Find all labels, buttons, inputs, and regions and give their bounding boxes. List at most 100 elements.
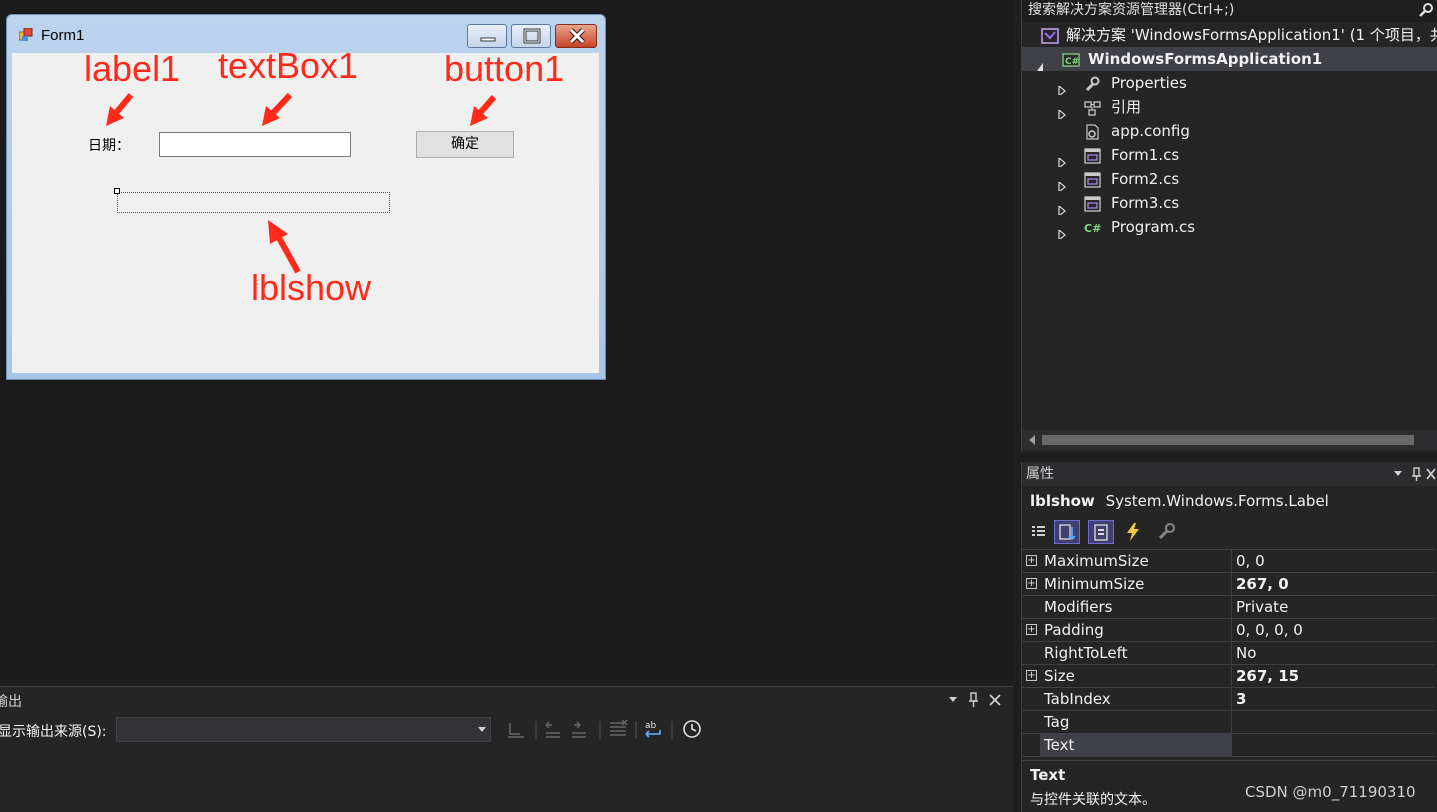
tree-item[interactable]: C# Program.cs xyxy=(1022,215,1437,239)
tree-item-label: Program.cs xyxy=(1111,218,1196,236)
object-name: lblshow xyxy=(1030,492,1095,510)
tree-item[interactable]: Properties xyxy=(1022,71,1437,95)
expand-arrow-icon[interactable] xyxy=(1058,103,1067,119)
panel-header-tools[interactable] xyxy=(1392,467,1436,481)
property-name: RightToLeft xyxy=(1044,644,1128,662)
property-row[interactable]: + Size 267, 15 xyxy=(1022,665,1435,688)
property-row[interactable]: RightToLeft No xyxy=(1022,642,1435,665)
property-name: Size xyxy=(1044,667,1075,685)
label1[interactable]: 日期： xyxy=(88,135,130,155)
property-pages-wrench-icon[interactable] xyxy=(1154,520,1180,544)
categorized-icon[interactable] xyxy=(1026,520,1052,544)
close-icon[interactable] xyxy=(1426,468,1436,480)
property-name: TabIndex xyxy=(1044,690,1111,708)
expand-plus-icon[interactable]: + xyxy=(1026,578,1037,589)
events-lightning-icon[interactable] xyxy=(1120,520,1146,544)
expand-arrow-icon[interactable] xyxy=(1058,79,1067,95)
svg-text:ab: ab xyxy=(645,721,657,731)
property-row[interactable]: + MaximumSize 0, 0 xyxy=(1022,550,1435,573)
pin-icon[interactable] xyxy=(1412,467,1421,481)
output-source-select[interactable] xyxy=(116,717,491,742)
output-header-tools[interactable] xyxy=(945,692,1007,708)
config-file-icon xyxy=(1084,123,1101,140)
maximize-button[interactable] xyxy=(511,24,551,48)
property-value[interactable]: No xyxy=(1231,642,1435,664)
expand-arrow-icon[interactable] xyxy=(1058,151,1067,167)
properties-title: 属性 xyxy=(1026,466,1054,482)
expand-plus-icon[interactable]: + xyxy=(1026,555,1037,566)
solution-explorer-search-label: 搜索解决方案资源管理器(Ctrl+;) xyxy=(1028,2,1235,18)
property-value[interactable]: 0, 0 xyxy=(1231,550,1435,572)
textbox1[interactable] xyxy=(159,132,351,157)
properties-object-selector[interactable]: lblshow System.Windows.Forms.Label xyxy=(1030,492,1329,510)
form-file-icon xyxy=(1084,147,1101,164)
form-client-area[interactable]: 日期： 确定 xyxy=(12,53,599,373)
tree-item-label: Form1.cs xyxy=(1111,146,1180,164)
find-message-icon[interactable] xyxy=(508,723,524,738)
tree-item[interactable]: Form3.cs xyxy=(1022,191,1437,215)
svg-text:C#: C# xyxy=(1065,57,1079,67)
expand-arrow-icon[interactable] xyxy=(1058,199,1067,215)
tree-item-label: Form3.cs xyxy=(1111,194,1180,212)
pin-icon[interactable] xyxy=(969,692,978,707)
property-grid[interactable]: + MaximumSize 0, 0 + MinimumSize 267, 0 Modifi… xyxy=(1022,549,1435,758)
property-row[interactable]: Tag xyxy=(1022,711,1435,734)
lblshow-label[interactable] xyxy=(117,192,390,213)
tree-item[interactable]: app.config xyxy=(1022,119,1437,143)
selection-handle[interactable] xyxy=(114,188,120,194)
property-name: Modifiers xyxy=(1044,598,1113,616)
designer-surface[interactable]: Form1 日期： 确定 label1 textBox1 button1 lbl… xyxy=(0,0,1013,680)
previous-message-icon[interactable] xyxy=(545,721,560,738)
tree-item[interactable]: Form2.cs xyxy=(1022,167,1437,191)
form-file-icon xyxy=(1084,171,1101,188)
property-value[interactable]: 3 xyxy=(1231,688,1435,710)
property-name: MinimumSize xyxy=(1044,575,1145,593)
tree-item[interactable]: Form1.cs xyxy=(1022,143,1437,167)
solution-explorer-search[interactable]: 搜索解决方案资源管理器(Ctrl+;) xyxy=(1022,0,1437,22)
tree-item[interactable]: 引用 xyxy=(1022,95,1437,119)
expand-plus-icon[interactable]: + xyxy=(1026,670,1037,681)
properties-panel: 属性 lblshow System.Windows.Forms.Label + … xyxy=(1021,462,1437,812)
annotation-button1: button1 xyxy=(444,48,565,89)
annotation-label1: label1 xyxy=(84,48,181,89)
property-value[interactable] xyxy=(1231,734,1435,756)
annotation-lblshow: lblshow xyxy=(251,267,372,308)
horizontal-scrollbar[interactable] xyxy=(1022,430,1437,450)
property-row[interactable]: TabIndex 3 xyxy=(1022,688,1435,711)
property-row[interactable]: Text xyxy=(1022,734,1435,757)
clear-all-icon[interactable] xyxy=(610,719,628,736)
dropdown-icon[interactable] xyxy=(949,697,957,702)
properties-view-icon[interactable] xyxy=(1088,520,1114,544)
tree-item-project[interactable]: C# WindowsFormsApplication1 xyxy=(1022,47,1437,71)
property-value[interactable] xyxy=(1231,711,1435,733)
close-button[interactable] xyxy=(555,24,597,48)
property-row[interactable]: Modifiers Private xyxy=(1022,596,1435,619)
close-icon xyxy=(569,28,585,44)
property-row[interactable]: + Padding 0, 0, 0, 0 xyxy=(1022,619,1435,642)
expand-arrow-icon[interactable] xyxy=(1058,223,1067,239)
close-icon[interactable] xyxy=(989,694,1001,706)
property-value[interactable]: 0, 0, 0, 0 xyxy=(1231,619,1435,641)
minimize-button[interactable] xyxy=(467,24,507,48)
button1[interactable]: 确定 xyxy=(416,131,514,158)
clock-icon[interactable] xyxy=(683,720,701,738)
expand-arrow-icon[interactable] xyxy=(1058,175,1067,191)
solution-icon xyxy=(1041,27,1059,44)
expand-plus-icon[interactable]: + xyxy=(1026,624,1037,635)
collapse-arrow-icon[interactable] xyxy=(1036,55,1044,71)
property-row[interactable]: + MinimumSize 267, 0 xyxy=(1022,573,1435,596)
properties-toolbar xyxy=(1022,516,1437,546)
scroll-left-icon[interactable] xyxy=(1028,435,1036,445)
tree-item-solution[interactable]: 解决方案 'WindowsFormsApplication1' (1 个项目，共 xyxy=(1022,23,1437,47)
alphabetical-icon[interactable] xyxy=(1054,520,1080,544)
property-value[interactable]: 267, 15 xyxy=(1231,665,1435,687)
form-window-title: Form1 xyxy=(41,27,85,44)
property-value[interactable]: 267, 0 xyxy=(1231,573,1435,595)
word-wrap-icon[interactable]: ab xyxy=(645,721,661,738)
scrollbar-thumb[interactable] xyxy=(1042,435,1414,445)
search-icon[interactable] xyxy=(1418,2,1434,18)
property-value[interactable]: Private xyxy=(1231,596,1435,618)
output-toolbar: ab xyxy=(508,719,701,739)
dropdown-icon[interactable] xyxy=(1394,471,1402,476)
next-message-icon[interactable] xyxy=(572,721,586,738)
